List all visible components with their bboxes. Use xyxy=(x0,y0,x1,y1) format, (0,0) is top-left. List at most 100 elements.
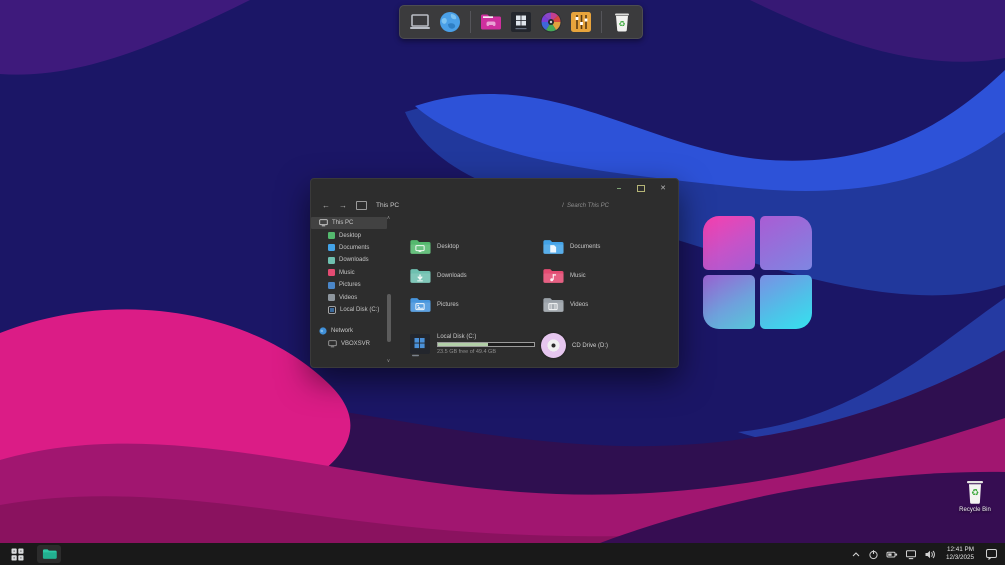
folder-grid: Desktop Documents xyxy=(409,232,678,319)
file-manager-window: – ✕ ← → This PC / Search This PC This PC xyxy=(310,178,679,368)
folder-mini-icon xyxy=(328,282,335,289)
volume-icon[interactable] xyxy=(924,549,936,560)
sidebar-item-videos[interactable]: Videos xyxy=(311,291,395,303)
scrollbar-thumb[interactable] xyxy=(387,294,391,342)
desktop-folder-icon xyxy=(409,238,431,256)
sidebar-item-pictures[interactable]: Pictures xyxy=(311,279,395,291)
taskbar-clock[interactable]: 12:41 PM 12/3/2025 xyxy=(946,546,974,561)
battery-icon[interactable] xyxy=(886,549,898,560)
sidebar-item-desktop[interactable]: Desktop xyxy=(311,229,395,241)
folder-item-pictures[interactable]: Pictures xyxy=(409,290,542,319)
drive-label: CD Drive (D:) xyxy=(572,343,608,349)
downloads-folder-icon xyxy=(409,267,431,285)
clock-time: 12:41 PM xyxy=(946,546,974,554)
sidebar: This PC Desktop Documents Downloads Musi… xyxy=(311,214,395,365)
recycle-bin-icon: ♻ xyxy=(965,479,985,505)
folder-label: Videos xyxy=(570,302,588,308)
search-cursor-icon: / xyxy=(562,202,564,209)
scroll-down-icon[interactable]: ∨ xyxy=(384,358,393,364)
drive-label: Local Disk (C:) xyxy=(437,334,535,340)
search-placeholder: Search This PC xyxy=(567,203,609,209)
folder-mini-icon xyxy=(328,244,335,251)
folder-item-documents[interactable]: Documents xyxy=(542,232,675,261)
action-center-icon[interactable] xyxy=(985,548,998,560)
trash-icon[interactable]: ♻ xyxy=(610,10,634,34)
sidebar-item-this-pc[interactable]: This PC xyxy=(311,217,387,229)
sidebar-item-documents[interactable]: Documents xyxy=(311,242,395,254)
start-button[interactable] xyxy=(7,545,27,563)
folder-mini-icon xyxy=(328,232,335,239)
back-button[interactable]: ← xyxy=(322,202,330,210)
sidebar-item-label: Local Disk (C:) xyxy=(340,307,379,313)
local-disk-icon xyxy=(409,333,431,357)
drive-item-local-disk[interactable]: Local Disk (C:) 23.5 GB free of 49.4 GB xyxy=(409,333,541,357)
drives-row: Local Disk (C:) 23.5 GB free of 49.4 GB … xyxy=(409,333,608,358)
taskbar: 12:41 PM 12/3/2025 xyxy=(0,543,1005,565)
forward-button[interactable]: → xyxy=(339,202,347,210)
music-folder-icon xyxy=(542,267,564,285)
computer-icon[interactable] xyxy=(408,10,432,34)
sidebar-scrollbar[interactable]: ∧ ∨ xyxy=(384,215,393,364)
sidebar-item-label: Videos xyxy=(339,295,357,301)
folder-label: Music xyxy=(570,273,586,279)
taskbar-app-file-manager[interactable] xyxy=(37,545,61,563)
disk-free-text: 23.5 GB free of 49.4 GB xyxy=(437,349,535,355)
sidebar-item-local-disk[interactable]: Local Disk (C:) xyxy=(311,304,395,316)
network-icon[interactable] xyxy=(905,549,917,560)
clock-date: 12/3/2025 xyxy=(946,554,974,562)
drive-item-cd[interactable]: CD Drive (D:) xyxy=(541,333,608,358)
folder-mini-icon xyxy=(328,294,335,301)
sidebar-item-label: Documents xyxy=(339,245,369,251)
local-disk-info: Local Disk (C:) 23.5 GB free of 49.4 GB xyxy=(437,333,535,357)
search-input[interactable]: / Search This PC xyxy=(562,202,609,209)
sidebar-item-vboxsvr[interactable]: VBOXSVR xyxy=(311,338,395,350)
window-body: This PC Desktop Documents Downloads Musi… xyxy=(311,214,678,365)
scroll-up-icon[interactable]: ∧ xyxy=(384,215,393,221)
start-grid-icon xyxy=(11,548,24,561)
location-breadcrumb[interactable]: This PC xyxy=(376,202,399,209)
globe-icon[interactable] xyxy=(438,10,462,34)
svg-text:♻: ♻ xyxy=(971,489,979,499)
videos-folder-icon xyxy=(542,296,564,314)
minimize-button[interactable]: – xyxy=(608,181,630,195)
disk-usage-fill xyxy=(438,343,488,346)
monitor-icon xyxy=(328,340,337,348)
folder-item-desktop[interactable]: Desktop xyxy=(409,232,542,261)
folder-label: Downloads xyxy=(437,273,467,279)
close-button[interactable]: ✕ xyxy=(652,181,674,195)
sidebar-item-label: Desktop xyxy=(339,233,361,239)
chevron-up-icon[interactable] xyxy=(851,550,861,559)
pictures-folder-icon xyxy=(409,296,431,314)
games-folder-icon[interactable] xyxy=(479,10,503,34)
folder-mini-icon xyxy=(328,269,335,276)
system-tray: 12:41 PM 12/3/2025 xyxy=(851,546,998,561)
windows-logo-quadrant xyxy=(703,275,755,329)
maximize-button[interactable] xyxy=(630,181,652,195)
folder-label: Pictures xyxy=(437,302,459,308)
sidebar-item-music[interactable]: Music xyxy=(311,267,395,279)
sidebar-item-label: Network xyxy=(331,328,353,334)
folder-label: Documents xyxy=(570,244,600,250)
power-icon[interactable] xyxy=(868,549,879,560)
dock-separator xyxy=(601,11,602,33)
folder-mini-icon xyxy=(328,257,335,264)
windows-logo-quadrant xyxy=(760,275,812,329)
sidebar-item-label: This PC xyxy=(332,220,353,226)
sidebar-item-downloads[interactable]: Downloads xyxy=(311,254,395,266)
documents-folder-icon xyxy=(542,238,564,256)
network-globe-icon xyxy=(319,327,327,335)
sidebar-gap xyxy=(311,316,395,325)
windows-tile-icon[interactable] xyxy=(509,10,533,34)
settings-sliders-icon[interactable] xyxy=(569,10,593,34)
folder-item-videos[interactable]: Videos xyxy=(542,290,675,319)
cd-disc-icon xyxy=(541,333,566,358)
dock-separator xyxy=(470,11,471,33)
windows-logo-quadrant xyxy=(760,216,812,270)
folder-item-music[interactable]: Music xyxy=(542,261,675,290)
monitor-icon xyxy=(319,219,328,227)
disk-mini-icon xyxy=(328,306,336,314)
sidebar-item-network[interactable]: Network xyxy=(311,325,395,337)
folder-item-downloads[interactable]: Downloads xyxy=(409,261,542,290)
recycle-bin[interactable]: ♻ Recycle Bin xyxy=(952,479,998,513)
media-wheel-icon[interactable] xyxy=(539,10,563,34)
